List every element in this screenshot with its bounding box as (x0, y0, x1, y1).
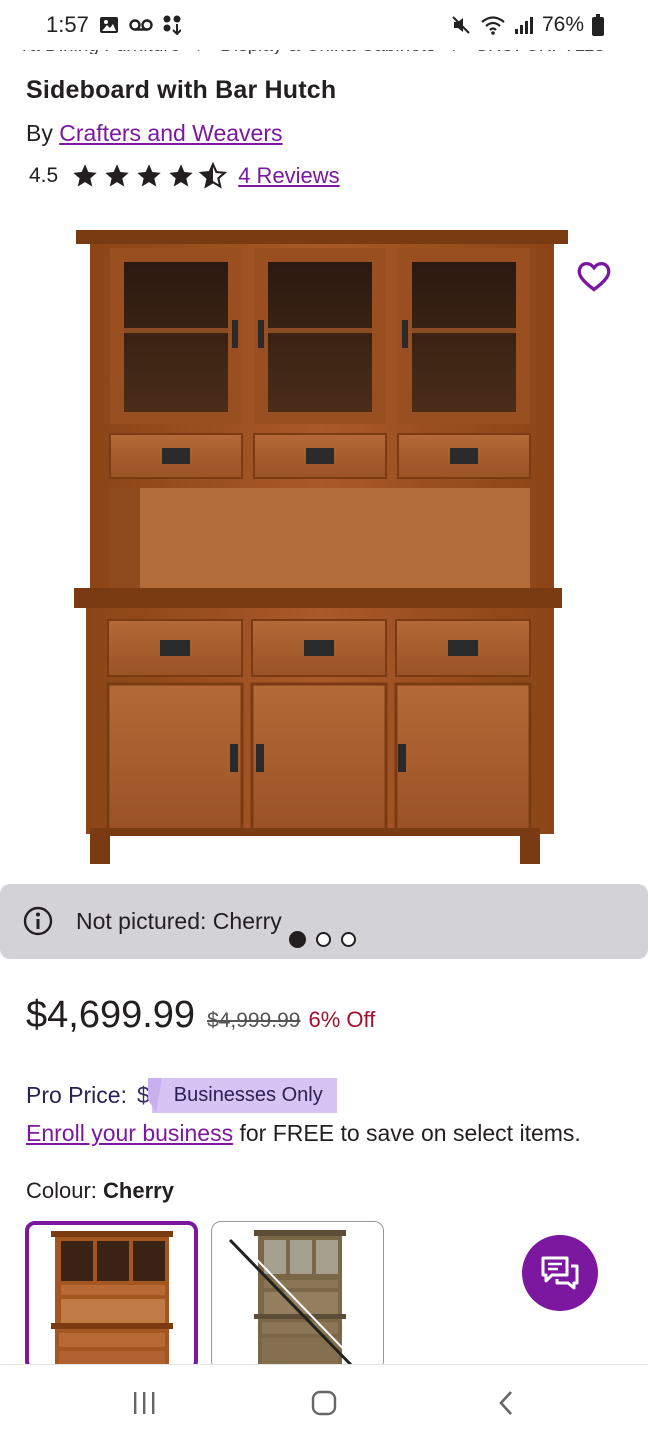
rating-number: 4.5 (29, 164, 59, 187)
colour-selected: Cherry (103, 1178, 174, 1203)
status-bar: 1:57 76% (0, 0, 648, 50)
heart-icon (577, 261, 611, 292)
rating-row: 4.5 4 Reviews (29, 162, 340, 190)
back-button[interactable] (486, 1387, 526, 1419)
by-prefix: By (26, 120, 53, 146)
info-icon (23, 906, 53, 936)
sideboard-illustration (74, 230, 568, 864)
half-star-icon (199, 162, 228, 189)
product-title: Sideboard with Bar Hutch (26, 76, 337, 104)
battery-icon (592, 14, 604, 36)
image-icon (99, 15, 119, 35)
product-byline: By Crafters and Weavers (26, 120, 283, 147)
home-button[interactable] (304, 1387, 344, 1419)
swatch-unavailable-image (228, 1230, 359, 1370)
enroll-business-link[interactable]: Enroll your business (26, 1120, 233, 1146)
wifi-icon (480, 14, 506, 36)
colour-swatch-cherry[interactable] (25, 1221, 198, 1371)
pro-price-label: Pro Price: (26, 1082, 127, 1108)
carousel-dot-3[interactable] (341, 932, 356, 947)
price-row: $4,699.99 $4,999.99 6% Off (26, 994, 375, 1037)
colour-swatch-other[interactable] (211, 1221, 384, 1371)
mute-icon (450, 14, 472, 36)
pro-price-row: Pro Price: $ Businesses Only (26, 1078, 337, 1113)
colour-row: Colour: Cherry (26, 1178, 174, 1204)
home-icon (311, 1390, 337, 1416)
brand-link[interactable]: Crafters and Weavers (59, 120, 282, 146)
star-icon (105, 164, 129, 187)
swatch-cherry-image (51, 1231, 173, 1367)
voicemail-icon (129, 18, 153, 32)
dots-icon (163, 15, 181, 35)
current-price: $4,699.99 (26, 994, 196, 1036)
chat-button[interactable] (522, 1235, 598, 1311)
star-icon (73, 164, 97, 187)
star-icon (137, 164, 161, 187)
recent-apps-icon (134, 1392, 155, 1414)
product-image[interactable] (60, 222, 580, 870)
enroll-text: for FREE to save on select items. (233, 1120, 581, 1146)
carousel-dot-1[interactable] (289, 931, 306, 948)
signal-icon (514, 15, 534, 35)
original-price: $4,999.99 (207, 1009, 301, 1032)
star-icon (169, 164, 193, 187)
chat-icon (541, 1256, 579, 1290)
recent-apps-button[interactable] (124, 1387, 164, 1419)
star-rating (70, 162, 228, 190)
colour-label: Colour: (26, 1178, 97, 1203)
businesses-only-badge: Businesses Only (151, 1078, 337, 1113)
not-pictured-text: Not pictured: Cherry (76, 908, 282, 934)
carousel-dots (289, 931, 356, 948)
system-nav-bar (0, 1364, 648, 1440)
battery-percent: 76% (541, 13, 584, 36)
enroll-row: Enroll your business for FREE to save on… (26, 1120, 581, 1147)
status-time: 1:57 (46, 12, 89, 37)
carousel-dot-2[interactable] (316, 932, 331, 947)
wishlist-heart-button[interactable] (574, 256, 614, 296)
back-icon (499, 1391, 512, 1415)
reviews-link[interactable]: 4 Reviews (238, 163, 339, 189)
not-pictured-banner: Not pictured: Cherry (0, 884, 648, 959)
discount-label: 6% Off (308, 1007, 376, 1032)
